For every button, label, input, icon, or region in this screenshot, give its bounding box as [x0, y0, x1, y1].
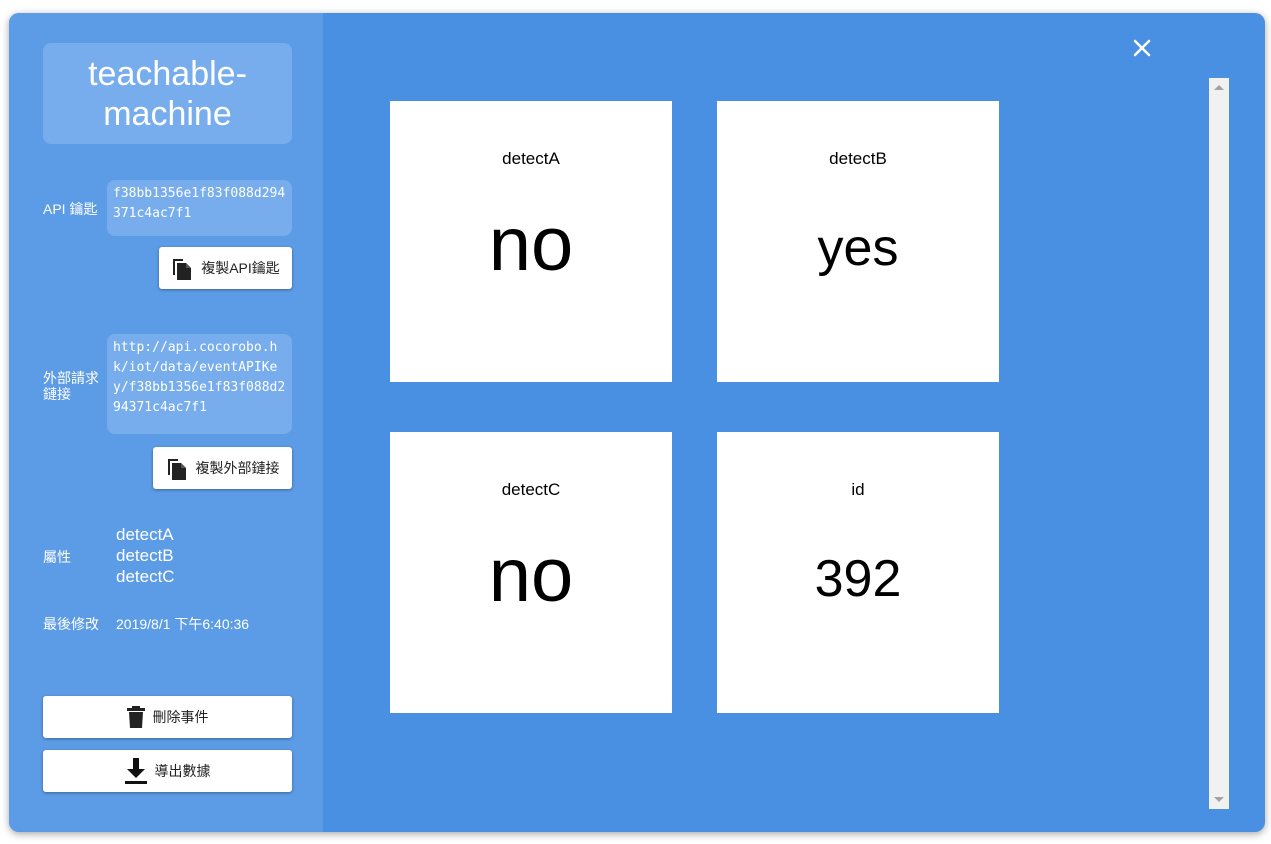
attribute-item: detectA — [116, 525, 174, 544]
content-area: detectA no detectB yes detectC no id 392 — [323, 13, 1265, 832]
value-card: detectC no — [390, 432, 672, 713]
external-url-value[interactable]: http://api.cocorobo.hk/iot/data/eventAPI… — [107, 334, 292, 434]
event-detail-modal: teachable-machine API 鑰匙 f38bb1356e1f83f… — [9, 13, 1265, 832]
copy-icon — [173, 259, 192, 280]
card-attribute-name: detectB — [829, 149, 887, 168]
card-attribute-value: no — [488, 533, 574, 618]
last-modified-label: 最後修改 — [43, 616, 99, 632]
copy-external-url-button[interactable]: 複製外部鏈接 — [153, 447, 292, 489]
card-attribute-name: detectC — [501, 480, 561, 499]
card-attribute-value: 392 — [814, 550, 902, 608]
delete-event-label: 刪除事件 — [152, 709, 209, 725]
value-card: detectB yes — [717, 101, 999, 382]
card-attribute-value: yes — [817, 219, 899, 277]
export-data-label: 導出數據 — [154, 763, 211, 779]
copy-api-key-label: 複製API鑰匙 — [201, 260, 280, 276]
copy-api-key-button[interactable]: 複製API鑰匙 — [159, 247, 292, 289]
export-data-button[interactable]: 導出數據 — [43, 750, 292, 792]
attribute-item: detectC — [116, 567, 175, 586]
card-attribute-name: detectA — [502, 149, 560, 168]
scroll-down-arrow[interactable] — [1214, 797, 1224, 802]
copy-icon — [167, 459, 186, 480]
attribute-item: detectB — [116, 546, 174, 565]
card-attribute-value: no — [488, 202, 574, 287]
api-key-value[interactable]: f38bb1356e1f83f088d294371c4ac7f1 — [107, 180, 292, 236]
sidebar: teachable-machine API 鑰匙 f38bb1356e1f83f… — [9, 13, 323, 832]
vertical-scrollbar[interactable] — [1209, 78, 1229, 809]
delete-event-button[interactable]: 刪除事件 — [43, 696, 292, 738]
close-button[interactable] — [1130, 36, 1154, 60]
last-modified-value: 2019/8/1 下午6:40:36 — [116, 616, 250, 632]
card-attribute-name: id — [851, 480, 865, 499]
close-icon — [1133, 39, 1151, 57]
copy-external-url-label: 複製外部鏈接 — [195, 460, 280, 476]
value-card: id 392 — [717, 432, 999, 713]
api-key-label: API 鑰匙 — [43, 201, 98, 217]
external-url-label: 外部請求鏈接 — [43, 370, 99, 402]
trash-icon — [126, 706, 145, 728]
attributes-label: 屬性 — [43, 549, 71, 565]
scroll-up-arrow[interactable] — [1214, 85, 1224, 90]
download-icon — [124, 758, 147, 784]
attributes-list: detectA detectB detectC — [116, 524, 175, 587]
value-card: detectA no — [390, 101, 672, 382]
event-title: teachable-machine — [43, 43, 292, 144]
